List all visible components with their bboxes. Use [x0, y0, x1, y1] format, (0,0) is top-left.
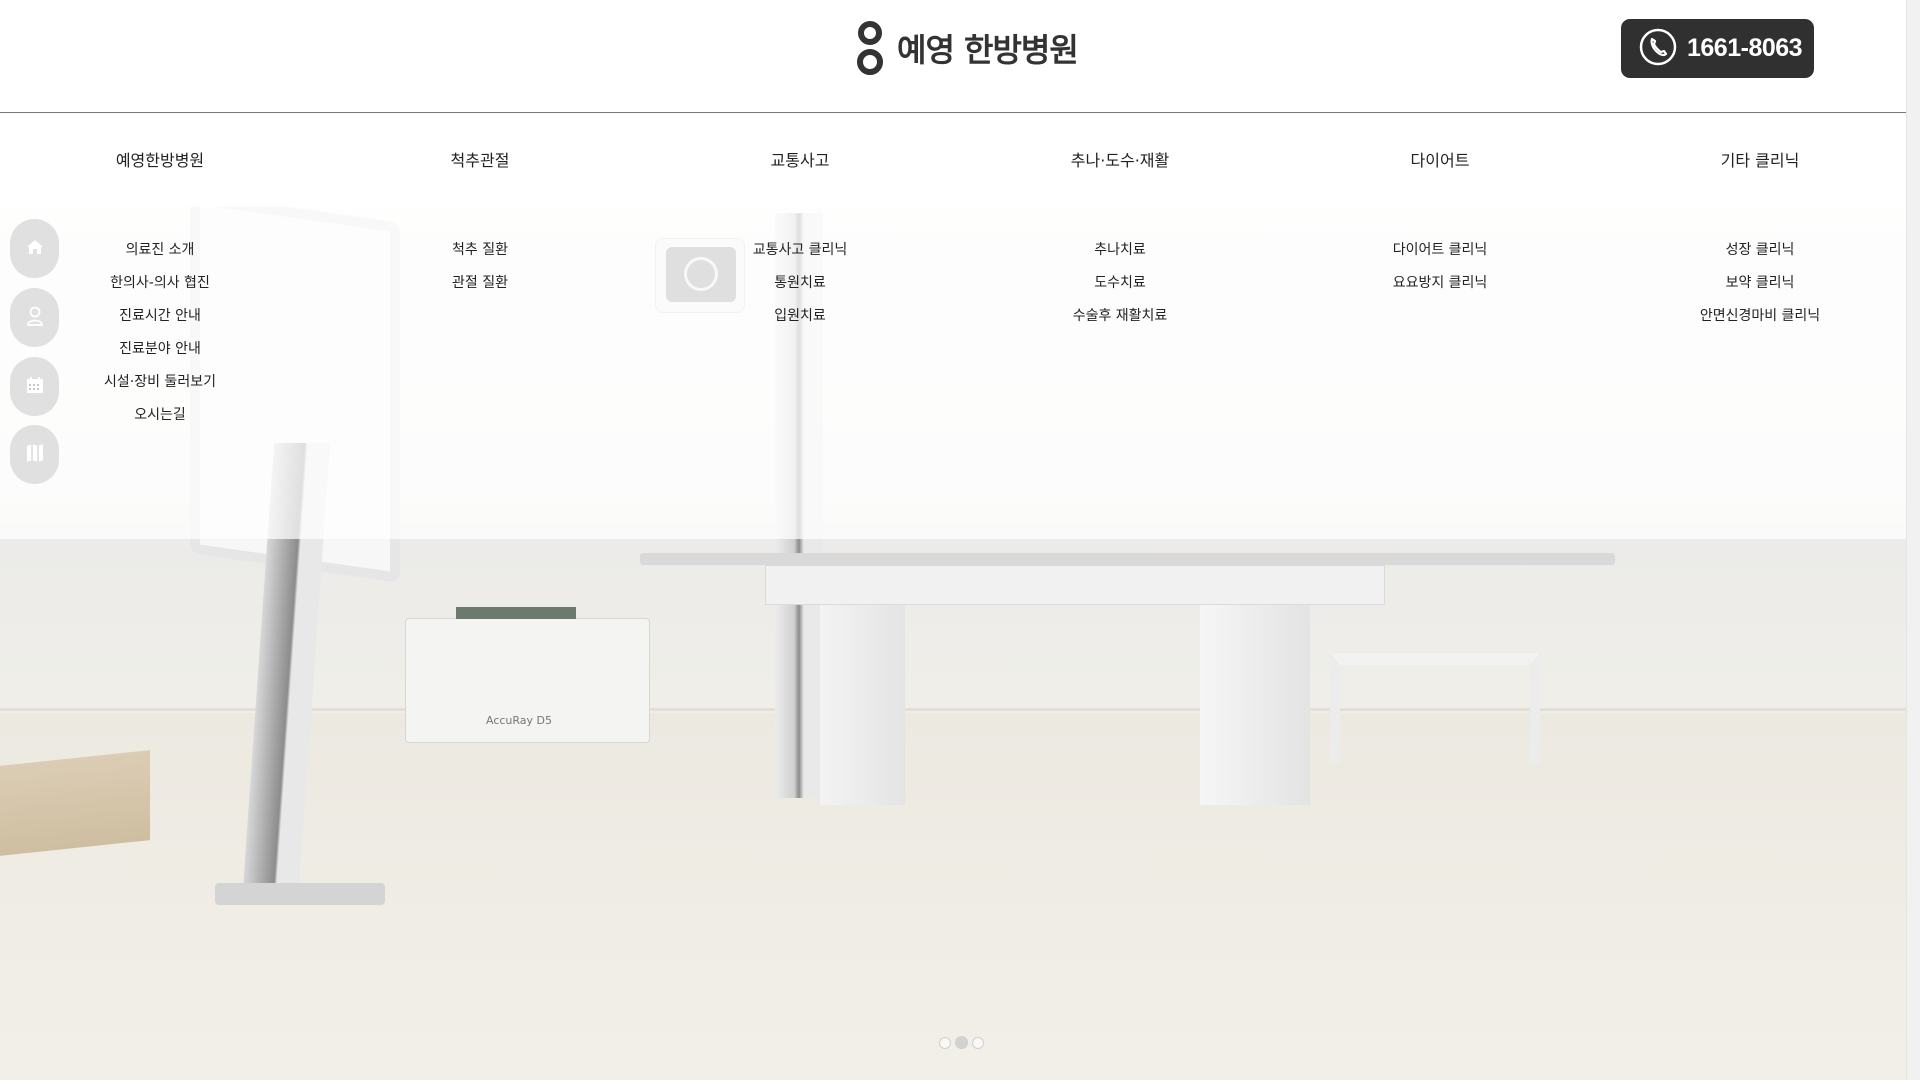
submenu-item[interactable]: 입원치료 — [640, 307, 960, 340]
hero-step-stool — [1330, 653, 1540, 763]
nav-item-other-clinic[interactable]: 기타 클리닉 — [1600, 114, 1920, 207]
nav-column-other-clinic: 기타 클리닉 성장 클리닉 보약 클리닉 안면신경마비 클리닉 — [1600, 114, 1920, 340]
slider-pagination — [939, 1036, 984, 1049]
slider-dot[interactable] — [972, 1036, 984, 1049]
submenu-item[interactable]: 성장 클리닉 — [1600, 241, 1920, 274]
nav-column-spine-joint: 척추관절 척추 질환 관절 질환 — [320, 114, 640, 307]
home-icon — [25, 237, 45, 261]
hero-xray-table-top — [640, 553, 1615, 565]
nav-item-chuna-rehab[interactable]: 추나·도수·재활 — [960, 114, 1280, 207]
hero-table-leg-right — [1200, 605, 1310, 805]
user-icon — [25, 305, 45, 331]
hero-xray-table-frame — [765, 565, 1385, 605]
logo-mark-icon — [855, 18, 885, 78]
submenu-item[interactable]: 관절 질환 — [320, 274, 640, 307]
nav-column-chuna-rehab: 추나·도수·재활 추나치료 도수치료 수술후 재활치료 — [960, 114, 1280, 340]
quick-user-button[interactable] — [10, 288, 59, 347]
phone-call-button[interactable]: 1661-8063 — [1621, 19, 1814, 78]
quick-calendar-button[interactable] — [10, 357, 59, 416]
site-logo[interactable]: 예영 한방병원 — [855, 18, 1079, 78]
hero-table-leg-left — [820, 605, 905, 805]
submenu-item[interactable]: 다이어트 클리닉 — [1280, 241, 1600, 274]
nav-column-diet: 다이어트 다이어트 클리닉 요요방지 클리닉 — [1280, 114, 1600, 307]
submenu-item[interactable]: 수술후 재활치료 — [960, 307, 1280, 340]
submenu-item[interactable]: 통원치료 — [640, 274, 960, 307]
phone-number: 1661-8063 — [1687, 34, 1803, 62]
submenu-item[interactable]: 도수치료 — [960, 274, 1280, 307]
calendar-icon — [25, 375, 45, 399]
slider-dot[interactable] — [939, 1036, 951, 1049]
phone-icon — [1639, 28, 1677, 70]
nav-item-spine-joint[interactable]: 척추관절 — [320, 114, 640, 207]
nav-item-diet[interactable]: 다이어트 — [1280, 114, 1600, 207]
quick-home-button[interactable] — [10, 219, 59, 278]
logo-text: 예영 한방병원 — [897, 31, 1079, 69]
quick-map-button[interactable] — [10, 425, 59, 484]
submenu-item[interactable]: 보약 클리닉 — [1600, 274, 1920, 307]
nav-column-traffic-accident: 교통사고 교통사고 클리닉 통원치료 입원치료 — [640, 114, 960, 340]
submenu-item[interactable]: 안면신경마비 클리닉 — [1600, 307, 1920, 340]
nav-item-yeyoung[interactable]: 예영한방병원 — [0, 114, 320, 207]
hero-generator-box: AccuRay D5 — [405, 607, 650, 743]
hero-detector-base — [215, 883, 385, 905]
slider-dot-active[interactable] — [955, 1036, 968, 1049]
page-scrollbar[interactable] — [1906, 0, 1920, 1080]
nav-item-traffic-accident[interactable]: 교통사고 — [640, 114, 960, 207]
submenu-item[interactable]: 교통사고 클리닉 — [640, 241, 960, 274]
submenu-item[interactable]: 척추 질환 — [320, 241, 640, 274]
submenu-item[interactable]: 요요방지 클리닉 — [1280, 274, 1600, 307]
submenu-item[interactable]: 추나치료 — [960, 241, 1280, 274]
site-header: 예영 한방병원 1661-8063 — [0, 0, 1920, 113]
hero-chair — [0, 750, 150, 856]
map-icon — [25, 442, 45, 468]
